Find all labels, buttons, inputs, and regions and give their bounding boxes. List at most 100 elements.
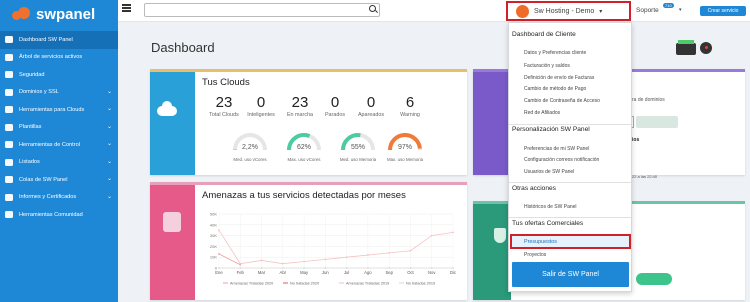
search-input[interactable] bbox=[144, 3, 380, 17]
dropdown-divider bbox=[509, 182, 631, 183]
dropdown-divider bbox=[509, 217, 631, 218]
threats-title: Amenazas a tus servicios detectadas por … bbox=[202, 190, 406, 201]
dropdown-item[interactable]: Usuarios de SW Panel bbox=[524, 169, 574, 175]
gauge-label: Max. uso vCores bbox=[287, 157, 321, 162]
account-menu-button[interactable]: Sw Hosting - Demo ▾ bbox=[506, 1, 631, 21]
crear-servicio-button[interactable]: Crear servicio bbox=[700, 6, 746, 16]
threats-chart: 50K40K30K20K10K0Ene Feb Mar Abr May Jun Jul Ago… bbox=[210, 212, 456, 286]
clouds-title: Tus Clouds bbox=[202, 77, 250, 88]
dropdown-item[interactable]: Proyectos bbox=[524, 252, 546, 258]
hamburger-menu-icon[interactable] bbox=[122, 4, 131, 12]
sidebar-item-icon bbox=[5, 193, 13, 201]
dropdown-item[interactable]: Red de Afiliados bbox=[524, 110, 560, 116]
gauge-arc bbox=[388, 133, 422, 151]
dropdown-item[interactable]: Datos y Preferencias cliente bbox=[524, 50, 586, 56]
cloud-stat: 6 Warning bbox=[390, 94, 430, 118]
series-point bbox=[388, 251, 391, 254]
legend-label: No tratadas 2019 bbox=[406, 282, 435, 286]
domains-date: 22 a las 22:40 bbox=[632, 174, 658, 179]
x-tick-label: Feb bbox=[237, 270, 245, 275]
cloud-stat-value: 0 bbox=[366, 94, 376, 111]
dropdown-item[interactable]: Preferencias de mi SW Panel bbox=[524, 146, 589, 152]
series-point bbox=[303, 260, 305, 263]
dropdown-item[interactable]: Cambio de método de Pago bbox=[524, 86, 586, 92]
chevron-down-icon: ⌄ bbox=[106, 123, 112, 130]
clouds-thumbnail bbox=[150, 72, 195, 175]
sidebar-item-icon bbox=[5, 36, 13, 44]
logout-button[interactable]: Salir de SW Panel bbox=[512, 262, 629, 287]
x-tick-label: Ene bbox=[215, 270, 223, 275]
sidebar-item[interactable]: Informes y Certificados ⌄ bbox=[0, 189, 118, 207]
cloud-stat-value: 23 bbox=[291, 94, 309, 111]
dropdown-item[interactable]: Facturación y saldos bbox=[524, 63, 570, 69]
sidebar-item-label: Herramientas de Control bbox=[19, 141, 80, 148]
sidebar-item[interactable]: Árbol de servicios activos bbox=[0, 49, 118, 67]
sidebar-item[interactable]: Colas de SW Panel ⌄ bbox=[0, 171, 118, 189]
avatar-icon bbox=[516, 4, 529, 18]
sidebar-item-label: Dashboard SW Panel bbox=[19, 36, 73, 43]
gauge-value: 55% bbox=[350, 144, 365, 151]
x-tick-label: Jun bbox=[322, 270, 329, 275]
brand-logo[interactable]: swpanel bbox=[0, 0, 118, 28]
cloud-icon bbox=[157, 101, 177, 116]
sidebar-menu: Dashboard SW Panel Árbol de servicios act… bbox=[0, 31, 118, 224]
legend-label: Amenazas Tratadas 2020 bbox=[230, 282, 273, 286]
y-tick-label: 10K bbox=[210, 255, 217, 260]
security-action-button[interactable] bbox=[636, 273, 672, 285]
series-point bbox=[260, 267, 263, 269]
soporte-link[interactable]: Soporte bbox=[636, 7, 659, 14]
sidebar-item[interactable]: Dashboard SW Panel bbox=[0, 31, 118, 49]
sidebar-item[interactable]: Listados ⌄ bbox=[0, 154, 118, 172]
sidebar-item-icon bbox=[5, 211, 13, 219]
cloud-stat-label: Total Clouds bbox=[209, 112, 239, 118]
domains-button[interactable] bbox=[636, 116, 678, 128]
lock-icon bbox=[163, 212, 181, 232]
dropdown-section-heading: Dashboard de Cliente bbox=[512, 31, 576, 38]
y-tick-label: 30K bbox=[210, 233, 217, 238]
dropdown-item[interactable]: Históricos de SW Panel bbox=[524, 204, 577, 210]
series-point bbox=[367, 267, 369, 269]
dropdown-item[interactable]: Definición de envío de Facturas bbox=[524, 75, 594, 81]
sidebar-item[interactable]: Herramientas para Clouds ⌄ bbox=[0, 101, 118, 119]
sidebar-item[interactable]: Seguridad bbox=[0, 66, 118, 84]
cloud-stat-value: 23 bbox=[215, 94, 233, 111]
globe-thumbnail bbox=[473, 72, 511, 175]
cloud-stat: 23 Total Clouds bbox=[204, 94, 244, 118]
cloud-stat: 23 En marcha bbox=[280, 94, 320, 118]
series-point bbox=[430, 267, 433, 269]
sidebar-item[interactable]: Herramientas de Control ⌄ bbox=[0, 136, 118, 154]
dropdown-item[interactable]: Configuración correos notificación bbox=[524, 157, 599, 163]
gauge-label: Max. uso Memoria bbox=[386, 157, 424, 162]
sidebar-item[interactable]: Dominios y SSL ⌄ bbox=[0, 84, 118, 102]
series-point bbox=[452, 267, 454, 269]
legend-label: No tratadas 2020 bbox=[290, 282, 319, 286]
gauge-value: 97% bbox=[397, 144, 412, 151]
x-tick-label: Jul bbox=[344, 270, 349, 275]
y-tick-label: 40K bbox=[210, 222, 217, 227]
sidebar-item-icon bbox=[5, 141, 13, 149]
series-point bbox=[260, 259, 263, 262]
usage-gauge: 2,2% Med. uso vCores bbox=[230, 130, 270, 162]
dropdown-item[interactable]: Cambio de Contraseña de Acceso bbox=[524, 98, 600, 104]
account-label: Sw Hosting - Demo bbox=[534, 7, 595, 15]
sidebar-item-label: Seguridad bbox=[19, 71, 45, 78]
usage-gauge: 97% Max. uso Memoria bbox=[385, 130, 425, 162]
sidebar-item-icon bbox=[5, 88, 13, 96]
search-icon[interactable] bbox=[369, 5, 376, 12]
sidebar-item-label: Informes y Certificados bbox=[19, 194, 77, 201]
x-tick-label: Dic bbox=[450, 270, 456, 275]
series-point bbox=[303, 267, 305, 269]
sidebar-item-label: Herramientas Comunidad bbox=[19, 211, 83, 218]
soporte-chevron-icon[interactable]: ▾ bbox=[679, 7, 682, 13]
sidebar-item-label: Árbol de servicios activos bbox=[19, 54, 83, 61]
series-point bbox=[345, 267, 348, 269]
series-point bbox=[324, 258, 327, 261]
series-point bbox=[281, 262, 284, 265]
sidebar-item[interactable]: Herramientas Comunidad bbox=[0, 206, 118, 224]
sidebar-item[interactable]: Plantillas ⌄ bbox=[0, 119, 118, 137]
dropdown-item-presupuestos[interactable]: Presupuestos bbox=[510, 234, 631, 249]
gauge-arc bbox=[233, 133, 267, 151]
series-point bbox=[388, 267, 391, 269]
gauge-value: 62% bbox=[296, 144, 311, 151]
x-tick-label: Sep bbox=[385, 270, 393, 275]
